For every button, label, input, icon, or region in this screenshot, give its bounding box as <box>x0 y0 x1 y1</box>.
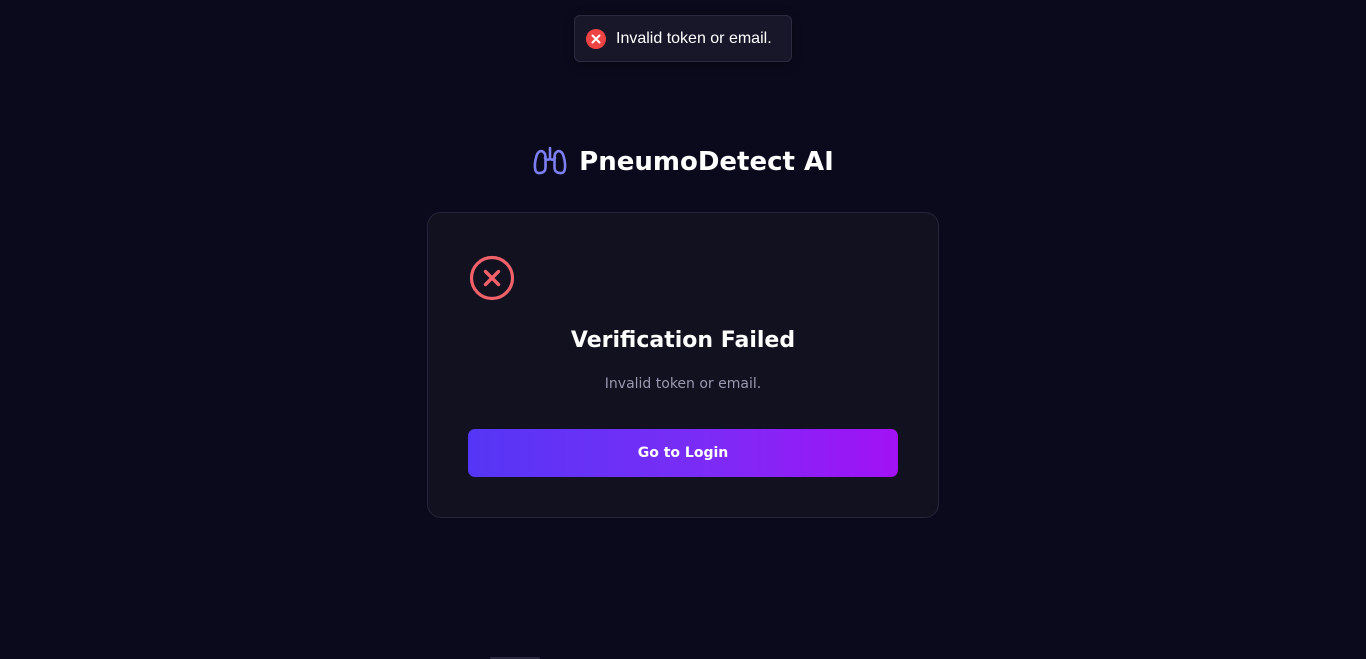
verification-title: Verification Failed <box>570 328 796 353</box>
verification-card: Verification Failed Invalid token or ema… <box>427 212 939 518</box>
lungs-icon <box>532 145 568 179</box>
toast-message: Invalid token or email. <box>616 29 772 47</box>
brand-header: PneumoDetect AI <box>0 140 1366 184</box>
x-circle-icon <box>469 255 515 301</box>
app-title: PneumoDetect AI <box>579 147 834 177</box>
error-circle-icon <box>586 28 606 49</box>
verification-message: Invalid token or email. <box>604 376 762 392</box>
go-to-login-button[interactable]: Go to Login <box>468 429 898 477</box>
error-toast: Invalid token or email. <box>574 15 792 62</box>
